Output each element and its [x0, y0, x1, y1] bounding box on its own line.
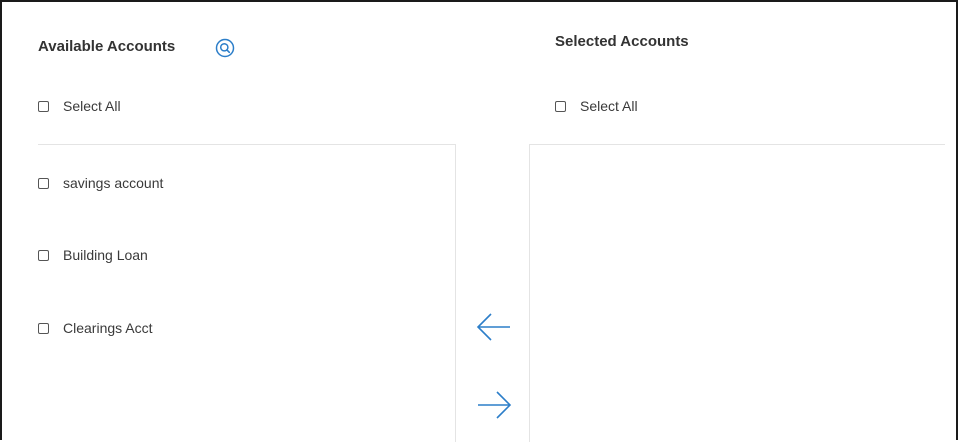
list-item[interactable]: savings account — [38, 175, 163, 191]
account-transfer-panel: Available Accounts Select All Selected A… — [0, 0, 958, 442]
account-checkbox[interactable] — [38, 322, 49, 334]
account-label: Building Loan — [63, 247, 148, 263]
transfer-column-left-divider — [455, 144, 456, 442]
selected-list-divider — [529, 144, 945, 145]
available-select-all-checkbox[interactable] — [38, 100, 49, 112]
list-item[interactable]: Building Loan — [38, 247, 148, 263]
selected-accounts-title: Selected Accounts — [555, 33, 689, 50]
selected-select-all-checkbox[interactable] — [555, 100, 566, 112]
list-item[interactable]: Clearings Acct — [38, 320, 152, 336]
arrow-left-icon[interactable] — [474, 310, 514, 344]
account-checkbox[interactable] — [38, 249, 49, 261]
selected-select-all-label: Select All — [580, 98, 638, 114]
account-label: savings account — [63, 175, 164, 191]
available-select-all-label: Select All — [63, 98, 121, 114]
available-list-divider — [38, 144, 455, 145]
available-select-all[interactable]: Select All — [38, 98, 121, 114]
search-icon[interactable] — [215, 38, 235, 58]
account-checkbox[interactable] — [38, 177, 49, 189]
account-label: Clearings Acct — [63, 320, 153, 336]
selected-select-all[interactable]: Select All — [555, 98, 638, 114]
arrow-right-icon[interactable] — [474, 388, 514, 422]
transfer-column-right-divider — [529, 144, 530, 442]
available-accounts-title: Available Accounts — [38, 38, 176, 55]
